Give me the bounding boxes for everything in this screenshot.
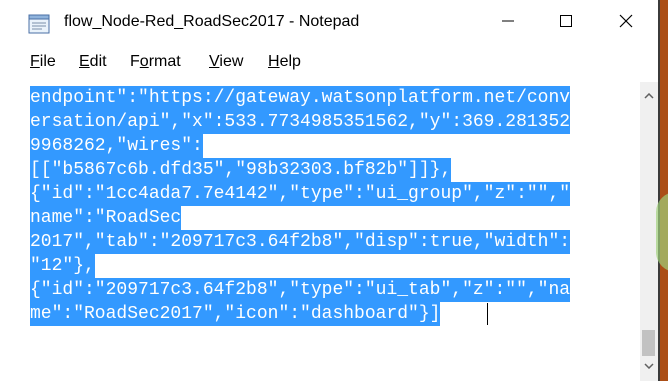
menu-format[interactable]: Format	[128, 53, 183, 71]
editor-line: 9968262,"wires":	[30, 134, 203, 158]
scrollbar-thumb[interactable]	[642, 330, 655, 356]
maximize-icon	[560, 14, 572, 32]
menu-bar: File Edit Format View Help	[0, 48, 658, 78]
notepad-icon	[28, 14, 50, 34]
desktop-decoration	[656, 192, 668, 272]
menu-format-accel: o	[139, 53, 149, 70]
menu-view-label: iew	[219, 53, 244, 70]
editor-line: "12"},	[30, 254, 95, 278]
editor-line: [["b5867c6b.dfd35","98b32303.bf82b"]]},	[30, 158, 452, 182]
title-bar[interactable]: flow_Node-Red_RoadSec2017 - Notepad	[0, 0, 658, 46]
chevron-down-icon	[644, 356, 654, 374]
menu-format-label: rmat	[148, 53, 181, 70]
chevron-up-icon	[644, 86, 654, 104]
text-editor[interactable]: endpoint":"https://gateway.watsonplatfor…	[28, 82, 640, 381]
editor-line: ersation/api","x":533.7734985351562,"y":…	[30, 110, 571, 134]
scroll-up-button[interactable]	[640, 86, 658, 104]
menu-file[interactable]: File	[28, 53, 58, 71]
maximize-button[interactable]	[536, 0, 596, 46]
menu-file-label: ile	[39, 53, 56, 70]
menu-view[interactable]: View	[207, 53, 245, 71]
menu-file-accel: F	[30, 53, 40, 70]
notepad-window: flow_Node-Red_RoadSec2017 - Notepad File…	[0, 0, 668, 381]
editor-line: {"id":"209717c3.64f2b8","type":"ui_tab",…	[30, 278, 571, 302]
menu-edit[interactable]: Edit	[77, 53, 109, 71]
menu-edit-accel: E	[79, 53, 90, 70]
desktop-background	[660, 0, 668, 381]
menu-view-accel: V	[209, 53, 220, 70]
menu-format-pre: F	[130, 53, 140, 70]
editor-line: name":"RoadSec	[30, 206, 182, 230]
menu-help-label: elp	[279, 53, 301, 70]
minimize-icon	[502, 14, 514, 32]
scroll-down-button[interactable]	[640, 356, 658, 374]
editor-line: me":"RoadSec2017","icon":"dashboard"}]	[30, 302, 441, 326]
editor-line: endpoint":"https://gateway.watsonplatfor…	[30, 86, 571, 110]
editor-line: {"id":"1cc4ada7.7e4142","type":"ui_group…	[30, 182, 571, 206]
close-icon	[619, 14, 633, 33]
menu-edit-label: dit	[89, 53, 107, 70]
close-button[interactable]	[596, 0, 656, 46]
text-caret	[487, 303, 488, 325]
editor-line: 2017","tab":"209717c3.64f2b8","disp":tru…	[30, 230, 571, 254]
window-title: flow_Node-Red_RoadSec2017 - Notepad	[64, 13, 360, 30]
menu-help[interactable]: Help	[266, 53, 303, 71]
minimize-button[interactable]	[478, 0, 538, 46]
menu-help-accel: H	[268, 53, 280, 70]
